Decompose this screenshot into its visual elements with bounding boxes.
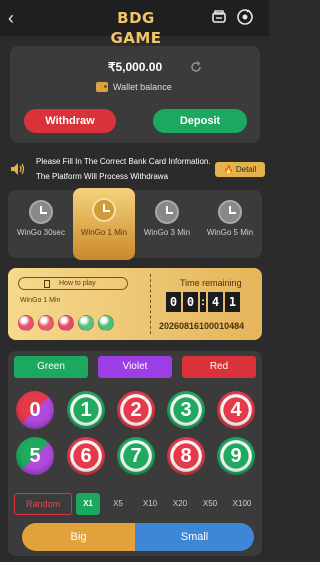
timer-digit: 0 [166,292,181,312]
ticket-game-name: WinGo 1 Min [20,297,61,304]
wallet-label: Wallet balance [113,82,172,92]
multiplier-x100[interactable]: X100 [226,493,258,515]
withdraw-button[interactable]: Withdraw [24,109,116,133]
number-ball-4[interactable]: 4 [217,391,255,429]
round-ticket: How to play WinGo 1 Min Time remaining 0… [8,268,262,340]
number-ball-0[interactable]: 0 [16,391,54,429]
back-icon[interactable]: ‹ [8,9,24,27]
multiplier-x5[interactable]: X5 [106,493,130,515]
number-ball-5[interactable]: 5 [16,437,54,475]
bet-violet-button[interactable]: Violet [98,356,172,378]
detail-label: Detail [235,165,257,174]
clock-icon [92,198,116,222]
result-ball [78,315,94,331]
speaker-icon [11,163,25,175]
wallet-label-row: Wallet balance [96,80,172,94]
music-toggle-icon[interactable] [236,8,254,26]
timer-digit: 1 [225,292,240,312]
ticket-divider [150,274,151,334]
bet-small-button[interactable]: Small [135,523,254,551]
refresh-icon[interactable] [190,61,202,73]
wallet-icon [96,82,108,92]
result-ball [58,315,74,331]
timer-digit: 0 [183,292,198,312]
random-button[interactable]: Random [14,493,72,515]
number-ball-3[interactable]: 3 [167,391,205,429]
notice-bar: Please Fill In The Correct Bank Card Inf… [8,154,265,184]
wallet-balance: ₹5,000.00 [107,60,163,74]
how-to-play-button[interactable]: How to play [18,277,128,290]
bet-panel: Green Violet Red 0 1 2 3 4 5 6 7 8 9 Ran… [8,351,262,556]
wallet-card: ₹5,000.00 Wallet balance Withdraw Deposi… [10,46,260,143]
multiplier-x20[interactable]: X20 [166,493,194,515]
bet-big-button[interactable]: Big [22,523,135,551]
multiplier-x50[interactable]: X50 [196,493,224,515]
game-mode-tabs: WinGo 30sec WinGo 1 Min WinGo 3 Min WinG… [8,188,262,260]
document-icon [44,280,50,288]
countdown-timer: 0 0 : 4 1 [166,291,240,313]
number-ball-9[interactable]: 9 [217,437,255,475]
detail-button[interactable]: 🔥 Detail [215,162,265,177]
number-ball-1[interactable]: 1 [67,391,105,429]
timer-colon: : [200,292,206,312]
number-ball-2[interactable]: 2 [117,391,155,429]
number-ball-7[interactable]: 7 [117,437,155,475]
tab-wingo-3min[interactable]: WinGo 3 Min [136,190,198,258]
bet-green-button[interactable]: Green [14,356,88,378]
tab-label: WinGo 5 Min [206,228,254,237]
tab-wingo-30sec[interactable]: WinGo 30sec [10,190,72,258]
clock-icon [155,200,179,224]
number-grid: 0 1 2 3 4 5 6 7 8 9 [14,391,256,476]
multiplier-x1[interactable]: X1 [76,493,100,515]
customer-service-icon[interactable] [210,8,228,26]
clock-icon [218,200,242,224]
recent-results [18,315,114,331]
result-ball [38,315,54,331]
result-ball [18,315,34,331]
tab-label: WinGo 3 Min [143,228,191,237]
tab-label: WinGo 1 Min [80,228,128,237]
top-bar: ‹ BDG GAME [0,0,269,47]
tab-label: WinGo 30sec [16,228,66,237]
number-ball-8[interactable]: 8 [167,437,205,475]
time-remaining-label: Time remaining [180,278,242,288]
clock-icon [29,200,53,224]
number-ball-6[interactable]: 6 [67,437,105,475]
tab-wingo-1min[interactable]: WinGo 1 Min [73,188,135,260]
how-to-play-label: How to play [59,280,96,287]
timer-digit: 4 [208,292,223,312]
result-ball [98,315,114,331]
deposit-button[interactable]: Deposit [153,109,247,133]
period-number: 20260816100010484 [159,321,245,331]
tab-wingo-5min[interactable]: WinGo 5 Min [199,190,261,258]
multiplier-row: Random X1 X5 X10 X20 X50 X100 [8,493,262,515]
big-small-toggle: Big Small [22,523,254,551]
app-logo: BDG GAME [110,9,162,47]
bet-red-button[interactable]: Red [182,356,256,378]
notice-text: Please Fill In The Correct Bank Card Inf… [36,157,211,181]
multiplier-x10[interactable]: X10 [136,493,164,515]
